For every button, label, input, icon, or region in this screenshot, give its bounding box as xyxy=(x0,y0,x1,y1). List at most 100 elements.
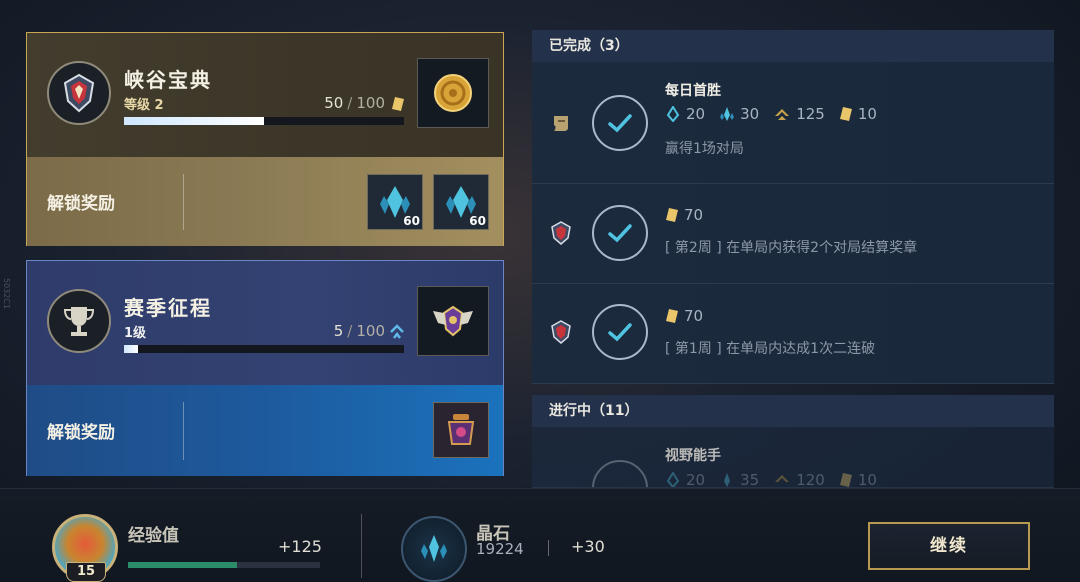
mission-item[interactable]: 每日首胜 20 30 125 10 赢得1场对局 xyxy=(532,62,1054,184)
wild-pass-progress-fill xyxy=(124,117,264,125)
mission-description: [ 第1周 ] 在单局内达成1次二连破 xyxy=(665,341,876,357)
season-journey-unlock-label: 解锁奖励 xyxy=(47,423,115,443)
mission-title: 每日首胜 xyxy=(665,83,721,99)
wild-pass-unlock-label: 解锁奖励 xyxy=(47,194,115,214)
wild-pass-unlock-row[interactable]: 解锁奖励 60 60 xyxy=(27,157,503,246)
card-wild-pass-header: 峡谷宝典 等级 2 50/100 xyxy=(27,33,503,157)
wild-pass-progress-bar xyxy=(124,117,404,125)
wild-pass-emblem-icon xyxy=(47,61,111,125)
reward-crystal-slot[interactable]: 60 xyxy=(433,174,489,230)
gold-token-icon xyxy=(839,473,852,487)
reward-blue-essence: 20 xyxy=(665,105,705,123)
reward-crystal-qty: 60 xyxy=(469,214,486,228)
wild-pass-level: 等级 2 xyxy=(124,98,164,113)
reward-crystal: 35 xyxy=(719,471,760,488)
reward-token: 10 xyxy=(839,105,877,123)
wild-pass-progress-current: 50 xyxy=(324,94,344,112)
completed-check-icon xyxy=(592,205,648,261)
purple-chest-icon xyxy=(447,414,475,445)
divider xyxy=(183,174,184,230)
reward-crystal-qty: 60 xyxy=(403,214,420,228)
season-journey-progress-bar xyxy=(124,345,404,353)
reward-value: 20 xyxy=(686,471,706,488)
season-journey-progress-text: 5/100 xyxy=(334,322,385,340)
xp-label: 经验值 xyxy=(128,526,179,546)
reward-value: 10 xyxy=(857,105,877,123)
gold-token-icon xyxy=(666,309,678,323)
wild-pass-progress-max: 100 xyxy=(356,94,385,112)
reward-xp: 125 xyxy=(773,105,825,123)
mission-description: 赢得1场对局 xyxy=(665,141,744,157)
xp-chevron-icon xyxy=(775,475,790,482)
season-journey-progress-fill xyxy=(124,345,138,353)
xp-progress-fill xyxy=(128,562,238,568)
blue-essence-icon xyxy=(666,472,680,487)
mission-description: [ 第2周 ] 在单局内获得2个对局结算奖章 xyxy=(665,240,918,256)
season-journey-title: 赛季征程 xyxy=(124,296,212,320)
reward-value: 35 xyxy=(740,471,760,488)
gold-token-icon xyxy=(839,107,852,121)
gold-coin-icon xyxy=(434,74,472,112)
crystal-icon xyxy=(724,473,731,487)
reward-value: 30 xyxy=(740,105,760,123)
season-journey-progress-max: 100 xyxy=(356,322,385,340)
xp-progress-bar xyxy=(128,562,320,568)
divider xyxy=(548,540,549,556)
wild-pass-small-icon xyxy=(546,317,576,347)
divider xyxy=(183,402,184,460)
mission-rewards: 70 xyxy=(665,206,703,224)
blue-essence-icon xyxy=(666,106,680,122)
completed-check-icon xyxy=(592,304,648,360)
winged-emblem-icon xyxy=(433,305,473,337)
card-season-journey-header: 赛季征程 1级 5/100 xyxy=(27,261,503,385)
mission-rewards: 20 35 120 10 xyxy=(665,471,877,488)
crystal-gain: +30 xyxy=(571,537,605,556)
reward-crystal: 30 xyxy=(719,105,759,123)
mission-item[interactable]: 视野能手 20 35 120 10 xyxy=(532,427,1054,488)
crystal-emblem-icon xyxy=(401,516,467,582)
trophy-icon xyxy=(47,289,111,353)
mission-title: 视野能手 xyxy=(665,448,721,464)
card-wild-pass[interactable]: 峡谷宝典 等级 2 50/100 解锁奖励 60 60 xyxy=(26,32,504,246)
season-journey-level: 1级 xyxy=(124,326,147,341)
divider xyxy=(361,514,362,578)
crystal-icon xyxy=(720,107,735,121)
reward-value: 70 xyxy=(684,206,704,224)
reward-value: 120 xyxy=(796,471,825,488)
wild-pass-progress-text: 50/100 xyxy=(324,94,385,112)
mission-item[interactable]: 70 [ 第1周 ] 在单局内达成1次二连破 xyxy=(532,284,1054,384)
reward-token: 10 xyxy=(839,471,877,488)
wild-pass-small-icon xyxy=(546,218,576,248)
reward-token: 70 xyxy=(665,307,703,325)
completed-check-icon xyxy=(592,95,648,151)
reward-blue-essence: 20 xyxy=(665,471,706,488)
completed-section-header: 已完成（3） xyxy=(532,30,1054,62)
reward-value: 125 xyxy=(796,105,825,123)
progress-separator: / xyxy=(347,322,353,340)
scroll-icon xyxy=(546,108,576,138)
card-season-journey[interactable]: 赛季征程 1级 5/100 解锁奖励 xyxy=(26,260,504,476)
reward-value: 70 xyxy=(684,307,704,325)
reward-value: 10 xyxy=(857,471,877,488)
reward-value: 20 xyxy=(686,105,706,123)
rank-up-chevron-icon xyxy=(389,323,405,345)
mission-rewards: 70 xyxy=(665,307,703,325)
reward-chest-slot[interactable] xyxy=(433,402,489,458)
pending-circle-icon xyxy=(592,460,648,487)
xp-gain: +125 xyxy=(278,537,322,556)
season-journey-reward-slot[interactable] xyxy=(417,286,489,356)
mission-item[interactable]: 70 [ 第2周 ] 在单局内获得2个对局结算奖章 xyxy=(532,184,1054,284)
side-watermark: 5032C1 xyxy=(2,278,11,310)
reward-token: 70 xyxy=(665,206,703,224)
season-journey-progress-current: 5 xyxy=(333,322,344,340)
crystal-balance: 19224 xyxy=(476,540,524,558)
wild-pass-reward-slot[interactable] xyxy=(417,58,489,128)
in-progress-section-header: 进行中（11） xyxy=(532,395,1054,427)
continue-button[interactable]: 继续 xyxy=(868,522,1030,570)
reward-crystal-slot[interactable]: 60 xyxy=(367,174,423,230)
player-level-badge: 15 xyxy=(66,562,106,582)
season-journey-unlock-row[interactable]: 解锁奖励 xyxy=(27,385,503,476)
gold-token-icon xyxy=(391,96,405,116)
wild-pass-title: 峡谷宝典 xyxy=(124,68,212,92)
reward-xp: 120 xyxy=(773,471,825,488)
